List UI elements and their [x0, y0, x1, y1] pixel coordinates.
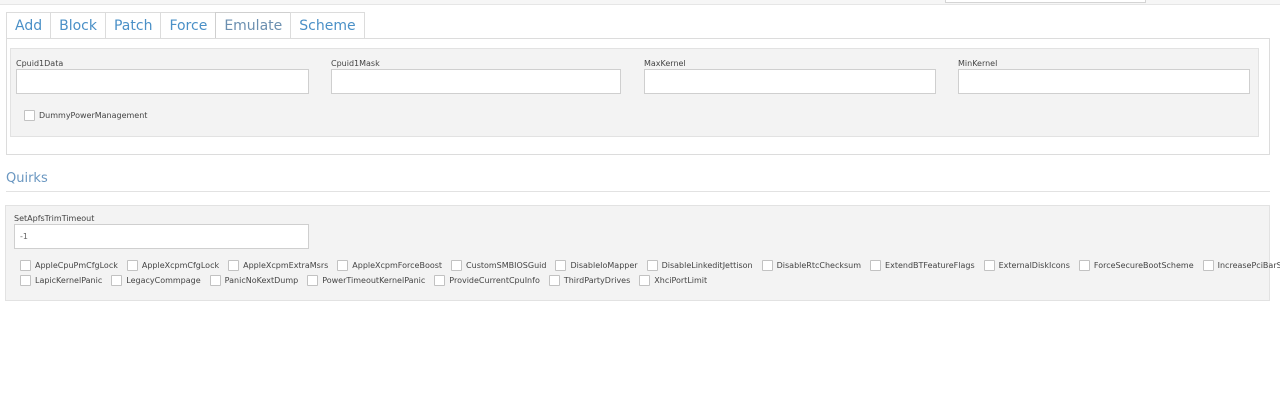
- quirk-option[interactable]: ExternalDiskIcons: [983, 260, 1070, 271]
- quirk-label: PanicNoKextDump: [224, 276, 299, 285]
- quirk-checkbox[interactable]: [548, 275, 560, 286]
- quirk-option[interactable]: DisableRtcChecksum: [761, 260, 862, 271]
- quirk-checkbox[interactable]: [126, 260, 138, 271]
- quirk-checkbox[interactable]: [639, 275, 651, 286]
- quirk-option[interactable]: ExtendBTFeatureFlags: [870, 260, 975, 271]
- quirk-option[interactable]: DisableLinkeditJettison: [646, 260, 753, 271]
- tab-scheme[interactable]: Scheme: [290, 12, 365, 39]
- quirk-checkbox[interactable]: [20, 275, 31, 286]
- tab-force[interactable]: Force: [160, 12, 216, 39]
- quirk-option[interactable]: IncreasePciBarSize: [1202, 260, 1280, 271]
- quirk-label: PowerTimeoutKernelPanic: [322, 276, 426, 285]
- quirk-option[interactable]: AppleXcpmCfgLock: [126, 260, 220, 271]
- quirk-option[interactable]: ThirdPartyDrives: [548, 275, 631, 286]
- quirk-option[interactable]: XhciPortLimit: [639, 275, 707, 286]
- quirk-label: DisableLinkeditJettison: [661, 261, 753, 270]
- quirk-label: AppleXcpmExtraMsrs: [243, 261, 329, 270]
- quirk-label: LegacyCommpage: [126, 276, 201, 285]
- dummy-power-management-label: DummyPowerManagement: [39, 111, 148, 120]
- quirk-option[interactable]: PanicNoKextDump: [209, 275, 299, 286]
- cpuid1mask-label: Cpuid1Mask: [331, 59, 380, 68]
- quirk-option[interactable]: ForceSecureBootScheme: [1078, 260, 1194, 271]
- quirk-checkbox[interactable]: [870, 260, 882, 271]
- quirk-option[interactable]: AppleXcpmForceBoost: [337, 260, 442, 271]
- quirk-option[interactable]: CustomSMBIOSGuid: [451, 260, 546, 271]
- quirk-checkbox[interactable]: [228, 260, 240, 271]
- quirk-label: AppleCpuPmCfgLock: [35, 261, 118, 270]
- quirk-checkbox[interactable]: [209, 275, 221, 286]
- kernel-tabs: Add Block Patch Force Emulate Scheme: [6, 12, 365, 40]
- minkernel-label: MinKernel: [958, 59, 998, 68]
- quirk-checkbox[interactable]: [20, 260, 31, 271]
- quirks-panel: SetApfsTrimTimeout AppleCpuPmCfgLock App…: [5, 205, 1280, 301]
- quirks-row-1: AppleCpuPmCfgLock AppleXcpmCfgLock Apple…: [20, 258, 1280, 273]
- quirk-checkbox[interactable]: [646, 260, 658, 271]
- tab-patch[interactable]: Patch: [104, 12, 161, 39]
- quirk-label: IncreasePciBarSize: [1217, 261, 1280, 270]
- quirk-label: XhciPortLimit: [654, 276, 708, 285]
- quirks-title: Quirks: [6, 171, 48, 186]
- emulate-panel: Cpuid1Data Cpuid1Mask MaxKernel MinKerne…: [6, 38, 1270, 155]
- dummy-power-management-checkbox[interactable]: [24, 110, 35, 121]
- quirk-label: DisableRtcChecksum: [776, 261, 862, 270]
- maxkernel-input[interactable]: [644, 69, 936, 94]
- emulate-fields-group: Cpuid1Data Cpuid1Mask MaxKernel MinKerne…: [10, 48, 1259, 137]
- quirk-checkbox[interactable]: [555, 260, 567, 271]
- section-divider: [6, 191, 1270, 192]
- quirk-label: LapicKernelPanic: [35, 276, 103, 285]
- quirk-option[interactable]: AppleXcpmExtraMsrs: [228, 260, 328, 271]
- setapfstrimtimeout-input[interactable]: [14, 224, 309, 249]
- quirk-checkbox[interactable]: [761, 260, 773, 271]
- quirk-option[interactable]: LegacyCommpage: [111, 275, 201, 286]
- quirk-option[interactable]: ProvideCurrentCpuInfo: [434, 275, 540, 286]
- cpuid1mask-input[interactable]: [331, 69, 621, 94]
- quirks-row-2: LapicKernelPanic LegacyCommpage PanicNoK…: [20, 273, 1260, 288]
- cpuid1data-input[interactable]: [16, 69, 309, 94]
- tab-block[interactable]: Block: [50, 12, 105, 39]
- quirk-checkbox[interactable]: [307, 275, 319, 286]
- quirk-label: DisableIoMapper: [570, 261, 638, 270]
- quirk-label: AppleXcpmCfgLock: [141, 261, 220, 270]
- quirk-checkbox[interactable]: [451, 260, 463, 271]
- quirk-option[interactable]: DisableIoMapper: [555, 260, 638, 271]
- tab-add[interactable]: Add: [6, 12, 51, 39]
- quirk-label: ExtendBTFeatureFlags: [885, 261, 975, 270]
- quirk-checkbox[interactable]: [111, 275, 123, 286]
- quirk-checkbox[interactable]: [434, 275, 446, 286]
- quirk-label: AppleXcpmForceBoost: [352, 261, 443, 270]
- quirk-label: ThirdPartyDrives: [563, 276, 631, 285]
- setapfstrimtimeout-label: SetApfsTrimTimeout: [14, 214, 95, 223]
- quirk-checkbox[interactable]: [1078, 260, 1090, 271]
- quirk-option[interactable]: AppleCpuPmCfgLock: [20, 260, 118, 271]
- quirk-checkbox[interactable]: [983, 260, 995, 271]
- quirk-label: ExternalDiskIcons: [998, 261, 1070, 270]
- quirks-checkbox-grid: AppleCpuPmCfgLock AppleXcpmCfgLock Apple…: [20, 258, 1280, 288]
- quirk-label: CustomSMBIOSGuid: [466, 261, 547, 270]
- quirk-option[interactable]: PowerTimeoutKernelPanic: [307, 275, 425, 286]
- quirk-label: ForceSecureBootScheme: [1093, 261, 1194, 270]
- quirk-checkbox[interactable]: [337, 260, 349, 271]
- cpuid1data-label: Cpuid1Data: [16, 59, 64, 68]
- quirk-option[interactable]: LapicKernelPanic: [20, 275, 102, 286]
- quirk-checkbox[interactable]: [1202, 260, 1214, 271]
- maxkernel-label: MaxKernel: [644, 59, 686, 68]
- quirk-label: ProvideCurrentCpuInfo: [449, 276, 540, 285]
- dummy-power-management-option[interactable]: DummyPowerManagement: [24, 110, 147, 121]
- tab-emulate[interactable]: Emulate: [215, 12, 291, 40]
- minkernel-input[interactable]: [958, 69, 1250, 94]
- top-search-input[interactable]: [945, 0, 1146, 3]
